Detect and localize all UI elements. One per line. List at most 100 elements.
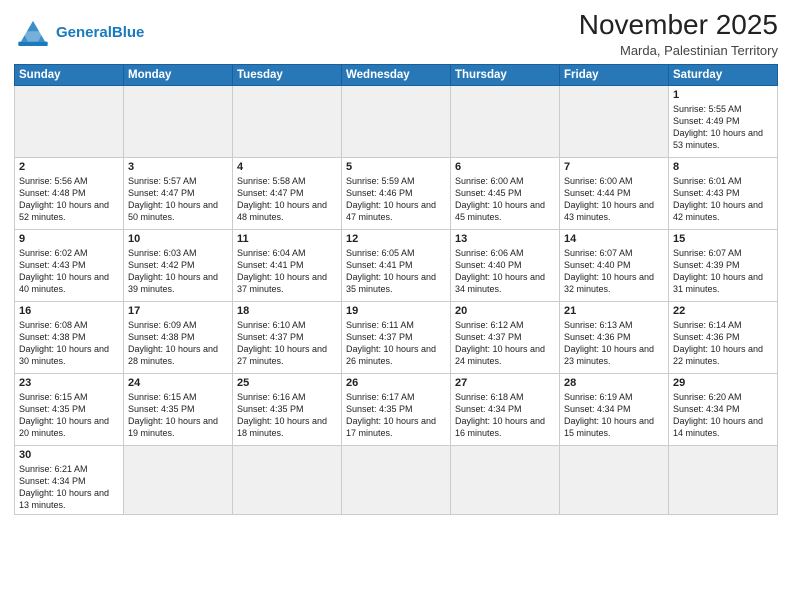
logo-text: GeneralBlue — [56, 25, 144, 42]
table-row: 23 Sunrise: 6:15 AM Sunset: 4:35 PM Dayli… — [15, 373, 124, 445]
day-info: Sunrise: 6:05 AM Sunset: 4:41 PM Dayligh… — [346, 247, 446, 296]
table-row: 27 Sunrise: 6:18 AM Sunset: 4:34 PM Dayli… — [451, 373, 560, 445]
table-row — [233, 445, 342, 515]
day-info: Sunrise: 6:09 AM Sunset: 4:38 PM Dayligh… — [128, 319, 228, 368]
table-row: 26 Sunrise: 6:17 AM Sunset: 4:35 PM Dayli… — [342, 373, 451, 445]
day-info: Sunrise: 6:06 AM Sunset: 4:40 PM Dayligh… — [455, 247, 555, 296]
table-row: 4Sunrise: 5:58 AM Sunset: 4:47 PM Daylig… — [233, 157, 342, 229]
day-number: 10 — [128, 233, 228, 245]
table-row: 20Sunrise: 6:12 AM Sunset: 4:37 PM Dayli… — [451, 301, 560, 373]
col-tuesday: Tuesday — [233, 64, 342, 85]
table-row — [451, 85, 560, 157]
col-wednesday: Wednesday — [342, 64, 451, 85]
day-info: Sunrise: 6:15 AM Sunset: 4:35 PM Dayligh… — [128, 391, 228, 440]
day-info: Sunrise: 6:01 AM Sunset: 4:43 PM Dayligh… — [673, 175, 773, 224]
day-number: 5 — [346, 161, 446, 173]
day-number: 15 — [673, 233, 773, 245]
logo-general: General — [56, 24, 112, 41]
table-row — [233, 85, 342, 157]
table-row: 10 Sunrise: 6:03 AM Sunset: 4:42 PM Dayli… — [124, 229, 233, 301]
table-row — [560, 445, 669, 515]
table-row — [124, 85, 233, 157]
table-row: 5 Sunrise: 5:59 AM Sunset: 4:46 PM Daylig… — [342, 157, 451, 229]
day-number: 24 — [128, 377, 228, 389]
table-row: 28 Sunrise: 6:19 AM Sunset: 4:34 PM Dayli… — [560, 373, 669, 445]
calendar-subtitle: Marda, Palestinian Territory — [579, 43, 778, 58]
day-number: 27 — [455, 377, 555, 389]
day-number: 23 — [19, 377, 119, 389]
day-info: Sunrise: 6:03 AM Sunset: 4:42 PM Dayligh… — [128, 247, 228, 296]
col-monday: Monday — [124, 64, 233, 85]
table-row — [451, 445, 560, 515]
day-info: Sunrise: 5:59 AM Sunset: 4:46 PM Dayligh… — [346, 175, 446, 224]
day-info: Sunrise: 6:04 AM Sunset: 4:41 PM Dayligh… — [237, 247, 337, 296]
day-info: Sunrise: 6:02 AM Sunset: 4:43 PM Dayligh… — [19, 247, 119, 296]
day-number: 4 — [237, 161, 337, 173]
page: GeneralBlue November 2025 Marda, Palesti… — [0, 0, 792, 612]
table-row: 8 Sunrise: 6:01 AM Sunset: 4:43 PM Daylig… — [669, 157, 778, 229]
table-row — [669, 445, 778, 515]
table-row — [342, 445, 451, 515]
table-row: 14Sunrise: 6:07 AM Sunset: 4:40 PM Dayli… — [560, 229, 669, 301]
calendar-title: November 2025 — [579, 10, 778, 41]
day-info: Sunrise: 6:15 AM Sunset: 4:35 PM Dayligh… — [19, 391, 119, 440]
day-number: 25 — [237, 377, 337, 389]
day-info: Sunrise: 6:00 AM Sunset: 4:44 PM Dayligh… — [564, 175, 664, 224]
table-row: 18Sunrise: 6:10 AM Sunset: 4:37 PM Dayli… — [233, 301, 342, 373]
day-number: 13 — [455, 233, 555, 245]
day-info: Sunrise: 6:14 AM Sunset: 4:36 PM Dayligh… — [673, 319, 773, 368]
logo: GeneralBlue — [14, 14, 144, 52]
calendar-week-row: 2 Sunrise: 5:56 AM Sunset: 4:48 PM Daylig… — [15, 157, 778, 229]
calendar-header-row: Sunday Monday Tuesday Wednesday Thursday… — [15, 64, 778, 85]
col-friday: Friday — [560, 64, 669, 85]
table-row: 7Sunrise: 6:00 AM Sunset: 4:44 PM Daylig… — [560, 157, 669, 229]
day-number: 21 — [564, 305, 664, 317]
day-number: 2 — [19, 161, 119, 173]
day-number: 28 — [564, 377, 664, 389]
table-row: 21 Sunrise: 6:13 AM Sunset: 4:36 PM Dayli… — [560, 301, 669, 373]
day-info: Sunrise: 6:00 AM Sunset: 4:45 PM Dayligh… — [455, 175, 555, 224]
day-info: Sunrise: 5:56 AM Sunset: 4:48 PM Dayligh… — [19, 175, 119, 224]
logo-icon — [14, 14, 52, 52]
calendar-week-row: 1Sunrise: 5:55 AM Sunset: 4:49 PM Daylig… — [15, 85, 778, 157]
table-row: 6Sunrise: 6:00 AM Sunset: 4:45 PM Daylig… — [451, 157, 560, 229]
day-number: 26 — [346, 377, 446, 389]
day-info: Sunrise: 6:19 AM Sunset: 4:34 PM Dayligh… — [564, 391, 664, 440]
calendar-table: Sunday Monday Tuesday Wednesday Thursday… — [14, 64, 778, 516]
day-number: 16 — [19, 305, 119, 317]
day-number: 14 — [564, 233, 664, 245]
day-info: Sunrise: 6:13 AM Sunset: 4:36 PM Dayligh… — [564, 319, 664, 368]
table-row: 30Sunrise: 6:21 AM Sunset: 4:34 PM Dayli… — [15, 445, 124, 515]
day-info: Sunrise: 6:10 AM Sunset: 4:37 PM Dayligh… — [237, 319, 337, 368]
table-row: 17 Sunrise: 6:09 AM Sunset: 4:38 PM Dayli… — [124, 301, 233, 373]
day-number: 29 — [673, 377, 773, 389]
day-number: 22 — [673, 305, 773, 317]
day-info: Sunrise: 6:16 AM Sunset: 4:35 PM Dayligh… — [237, 391, 337, 440]
table-row: 2 Sunrise: 5:56 AM Sunset: 4:48 PM Daylig… — [15, 157, 124, 229]
table-row: 9 Sunrise: 6:02 AM Sunset: 4:43 PM Daylig… — [15, 229, 124, 301]
day-number: 8 — [673, 161, 773, 173]
day-info: Sunrise: 6:08 AM Sunset: 4:38 PM Dayligh… — [19, 319, 119, 368]
table-row: 19 Sunrise: 6:11 AM Sunset: 4:37 PM Dayli… — [342, 301, 451, 373]
day-info: Sunrise: 6:21 AM Sunset: 4:34 PM Dayligh… — [19, 463, 119, 512]
day-info: Sunrise: 6:11 AM Sunset: 4:37 PM Dayligh… — [346, 319, 446, 368]
table-row — [15, 85, 124, 157]
day-number: 20 — [455, 305, 555, 317]
day-info: Sunrise: 6:18 AM Sunset: 4:34 PM Dayligh… — [455, 391, 555, 440]
day-info: Sunrise: 6:17 AM Sunset: 4:35 PM Dayligh… — [346, 391, 446, 440]
table-row: 12 Sunrise: 6:05 AM Sunset: 4:41 PM Dayli… — [342, 229, 451, 301]
day-number: 12 — [346, 233, 446, 245]
table-row — [124, 445, 233, 515]
table-row: 3Sunrise: 5:57 AM Sunset: 4:47 PM Daylig… — [124, 157, 233, 229]
table-row: 29 Sunrise: 6:20 AM Sunset: 4:34 PM Dayli… — [669, 373, 778, 445]
day-number: 17 — [128, 305, 228, 317]
table-row: 25 Sunrise: 6:16 AM Sunset: 4:35 PM Dayli… — [233, 373, 342, 445]
day-info: Sunrise: 6:07 AM Sunset: 4:39 PM Dayligh… — [673, 247, 773, 296]
calendar-week-row: 9 Sunrise: 6:02 AM Sunset: 4:43 PM Daylig… — [15, 229, 778, 301]
day-number: 19 — [346, 305, 446, 317]
logo-blue: Blue — [112, 24, 145, 41]
header: GeneralBlue November 2025 Marda, Palesti… — [14, 10, 778, 58]
day-number: 11 — [237, 233, 337, 245]
day-number: 9 — [19, 233, 119, 245]
day-info: Sunrise: 6:20 AM Sunset: 4:34 PM Dayligh… — [673, 391, 773, 440]
